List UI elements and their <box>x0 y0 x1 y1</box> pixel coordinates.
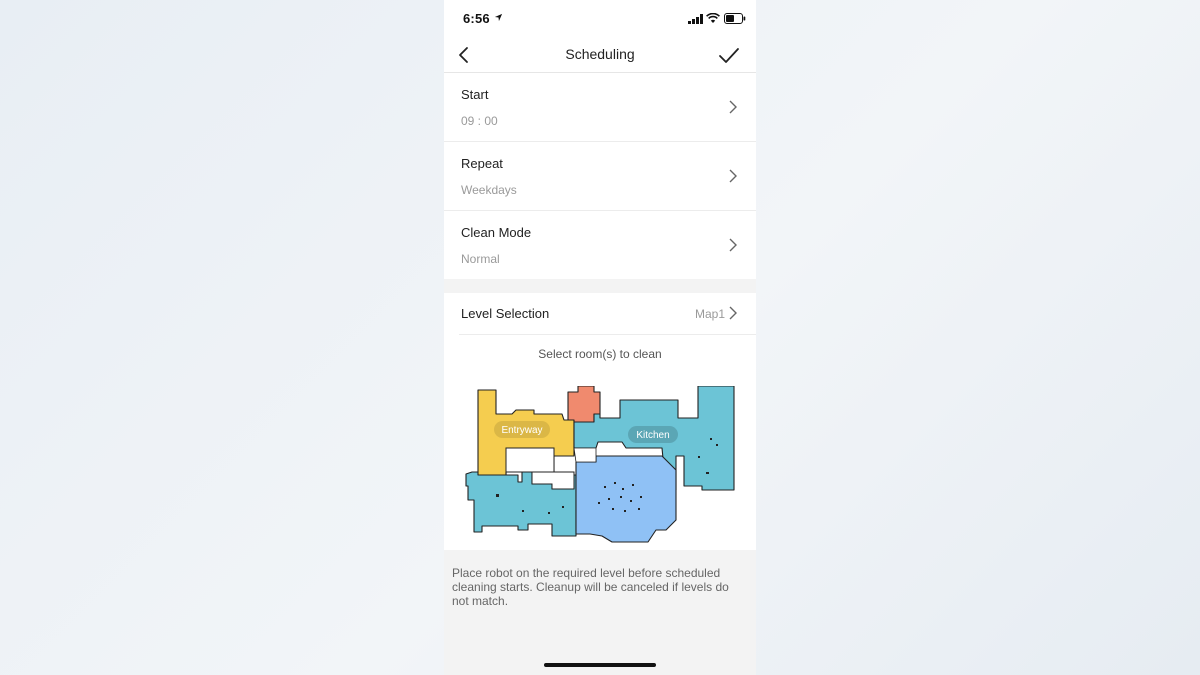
repeat-value: Weekdays <box>461 183 517 197</box>
status-bar: 6:56 <box>444 0 756 38</box>
clean-mode-value: Normal <box>461 252 500 266</box>
page-title: Scheduling <box>565 46 635 62</box>
navigation-bar: Scheduling <box>444 38 756 73</box>
chevron-right-icon <box>729 169 737 183</box>
clean-mode-row[interactable]: Clean Mode Normal <box>444 211 756 279</box>
start-label: Start <box>461 87 489 102</box>
level-selection-card: Level Selection Map1 Select room(s) to c… <box>444 293 756 550</box>
level-notice: Place robot on the required level before… <box>452 566 729 608</box>
divider <box>459 334 756 335</box>
cellular-signal-icon <box>688 14 703 24</box>
repeat-row[interactable]: Repeat Weekdays <box>444 142 756 211</box>
level-selection-value: Map1 <box>694 307 725 321</box>
level-selection-row[interactable]: Level Selection Map1 <box>444 293 756 333</box>
wifi-icon <box>706 13 720 23</box>
chevron-right-icon <box>729 306 737 320</box>
location-arrow-icon <box>494 13 503 22</box>
level-selection-label: Level Selection <box>461 306 550 321</box>
kitchen-label: Kitchen <box>636 430 669 441</box>
entryway-label: Entryway <box>501 425 542 436</box>
repeat-label: Repeat <box>461 156 503 171</box>
clean-mode-label: Clean Mode <box>461 225 532 240</box>
schedule-settings: Start 09 : 00 Repeat Weekdays Clean Mode… <box>444 73 756 279</box>
chevron-right-icon <box>729 238 737 252</box>
battery-icon <box>724 13 746 24</box>
start-value: 09 : 00 <box>461 114 498 128</box>
status-time: 6:56 <box>463 11 490 26</box>
floor-map: Entryway Kitchen <box>465 386 735 543</box>
start-time-row[interactable]: Start 09 : 00 <box>444 73 756 142</box>
map-hint: Select room(s) to clean <box>538 347 662 361</box>
phone-screen: 6:56 Scheduling Start 09: 00 Repeat Wee… <box>444 0 756 675</box>
checkmark-icon[interactable] <box>718 46 740 66</box>
chevron-right-icon <box>729 100 737 114</box>
home-indicator[interactable] <box>544 663 656 667</box>
room-blue[interactable] <box>575 455 677 543</box>
